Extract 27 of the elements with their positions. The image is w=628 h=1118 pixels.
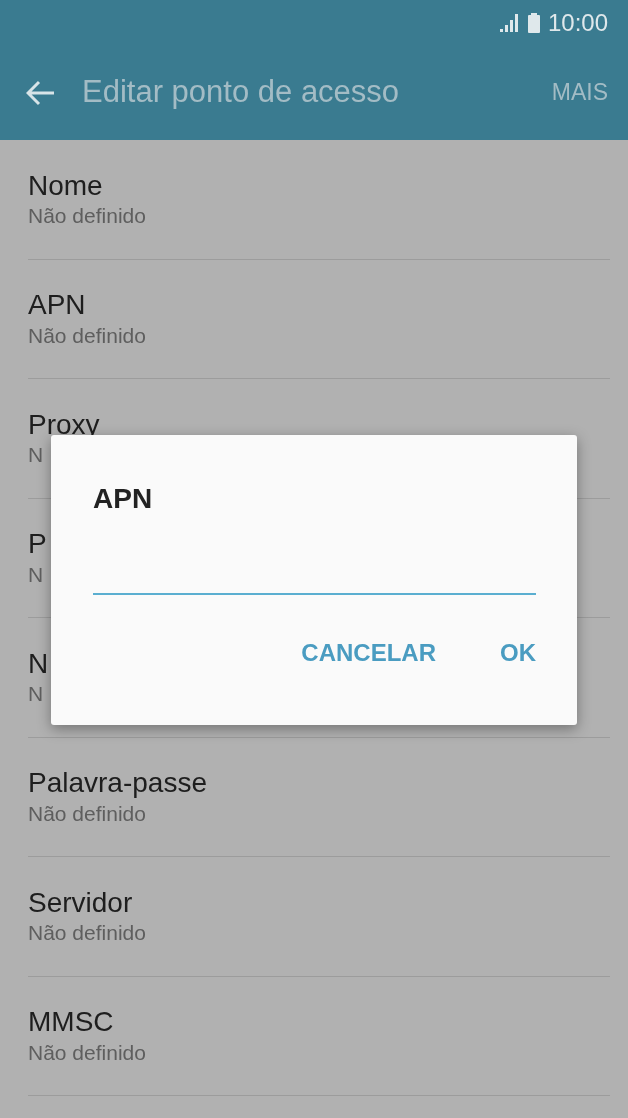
setting-title: Servidor — [28, 885, 133, 920]
setting-title: Nome — [28, 168, 103, 203]
setting-title: APN — [28, 288, 86, 322]
setting-value: N — [28, 561, 44, 588]
back-button[interactable] — [26, 79, 56, 106]
signal-icon — [499, 13, 520, 32]
setting-value: N — [28, 442, 44, 469]
setting-title: MMSC — [28, 1005, 114, 1039]
setting-title: P — [28, 527, 47, 561]
dialog-title: APN — [93, 485, 154, 513]
settings-row[interactable]: MMSC Não definido — [28, 976, 610, 1096]
status-time: 10:00 — [547, 7, 608, 38]
settings-row[interactable]: APN Não definido — [28, 259, 610, 379]
setting-value: Não definido — [28, 1039, 146, 1066]
setting-title: Palavra-passe — [28, 766, 207, 800]
setting-title: N — [28, 646, 49, 681]
settings-row[interactable]: Palavra-passe Não definido — [28, 737, 610, 857]
battery-icon — [527, 12, 540, 33]
setting-value: Não definido — [28, 322, 146, 349]
settings-row[interactable]: Nome Não definido — [28, 140, 610, 260]
setting-value: N — [28, 681, 44, 708]
toolbar-title: Editar ponto de acesso — [82, 73, 401, 112]
setting-title: Proxy — [28, 407, 100, 442]
setting-value: Não definido — [28, 920, 146, 947]
setting-value: Não definido — [28, 800, 146, 827]
setting-value: Não definido — [28, 203, 146, 230]
settings-row[interactable]: Servidor Não definido — [28, 857, 610, 977]
